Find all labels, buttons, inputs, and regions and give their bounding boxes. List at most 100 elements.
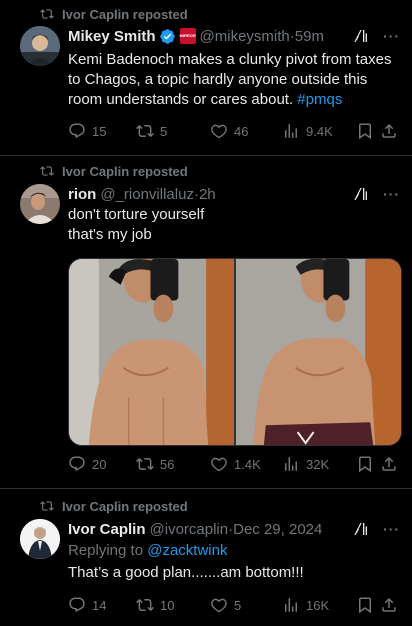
views-button[interactable]: 32K (282, 455, 356, 473)
repost-icon (136, 122, 154, 140)
tweet-header: Mikey Smith MIRROR @mikeysmith · 59m ··· (68, 26, 400, 46)
repost-label[interactable]: Ivor Caplin reposted (62, 164, 188, 179)
bookmark-button[interactable] (356, 455, 380, 473)
hashtag-link[interactable]: #pmqs (297, 91, 342, 108)
action-bar: 14 10 5 16K (68, 595, 400, 615)
action-bar: 15 5 46 9.4K (68, 121, 400, 141)
view-count: 9.4K (306, 123, 333, 139)
reply-count: 14 (92, 597, 107, 613)
repost-indicator: Ivor Caplin reposted (40, 163, 188, 179)
reply-button[interactable]: 14 (68, 596, 136, 614)
author-handle[interactable]: @ivorcaplin (150, 521, 229, 538)
share-icon (380, 122, 398, 140)
repost-label[interactable]: Ivor Caplin reposted (62, 7, 188, 22)
timestamp[interactable]: Dec 29, 2024 (233, 521, 322, 538)
like-button[interactable]: 1.4K (210, 455, 282, 473)
verified-badge-icon (159, 28, 175, 44)
grok-icon[interactable] (353, 521, 369, 537)
mirror-selfie-image (69, 259, 234, 445)
reply-count: 15 (92, 123, 107, 139)
like-count: 5 (234, 597, 242, 613)
reply-count: 20 (92, 456, 107, 472)
author-handle[interactable]: @mikeysmith (200, 28, 290, 45)
grok-icon[interactable] (353, 28, 369, 44)
action-bar: 20 56 1.4K 32K (68, 454, 400, 474)
reply-button[interactable]: 20 (68, 455, 136, 473)
share-icon (380, 596, 398, 614)
bookmark-icon (356, 455, 374, 473)
timestamp[interactable]: 2h (199, 186, 216, 203)
bookmark-button[interactable] (356, 596, 380, 614)
like-button[interactable]: 46 (210, 122, 282, 140)
share-button[interactable] (380, 122, 398, 140)
avatar[interactable] (20, 26, 60, 66)
bookmark-button[interactable] (356, 122, 380, 140)
heart-icon (210, 122, 228, 140)
reply-icon (68, 596, 86, 614)
tweet-text: don't torture yourself that's my job (68, 205, 400, 245)
share-button[interactable] (380, 596, 398, 614)
author-handle[interactable]: @_rionvillaluz (100, 186, 194, 203)
repost-indicator: Ivor Caplin reposted (40, 498, 188, 514)
like-count: 46 (234, 123, 249, 139)
tweet-mikey-smith[interactable]: Ivor Caplin reposted Mikey Smith MIRROR … (0, 0, 412, 156)
author-name[interactable]: Mikey Smith (68, 28, 156, 45)
repost-icon (40, 164, 54, 178)
replying-to-link[interactable]: @zacktwink (147, 542, 227, 559)
views-icon (282, 455, 300, 473)
like-button[interactable]: 5 (210, 596, 282, 614)
repost-icon (136, 596, 154, 614)
reply-button[interactable]: 15 (68, 122, 136, 140)
view-count: 32K (306, 456, 330, 472)
reply-icon (68, 122, 86, 140)
tweet-header: rion @_rionvillaluz · 2h ··· (68, 184, 400, 204)
like-count: 1.4K (234, 456, 261, 472)
repost-icon (40, 499, 54, 513)
heart-icon (210, 455, 228, 473)
views-button[interactable]: 9.4K (282, 122, 356, 140)
avatar[interactable] (20, 184, 60, 224)
repost-label[interactable]: Ivor Caplin reposted (62, 499, 188, 514)
grok-icon[interactable] (353, 186, 369, 202)
replying-to-line: Replying to @zacktwink (68, 541, 400, 561)
author-name[interactable]: Ivor Caplin (68, 521, 146, 538)
views-icon (282, 122, 300, 140)
repost-icon (136, 455, 154, 473)
share-icon (380, 455, 398, 473)
repost-count: 10 (160, 597, 175, 613)
media-photo-1[interactable] (69, 259, 234, 445)
affiliate-badge[interactable]: MIRROR (179, 28, 196, 44)
author-name[interactable]: rion (68, 186, 96, 203)
avatar[interactable] (20, 519, 60, 559)
reply-icon (68, 455, 86, 473)
avatar-rion-image (20, 184, 60, 224)
more-icon[interactable]: ··· (383, 521, 400, 537)
tweet-text: Kemi Badenoch makes a clunky pivot from … (68, 50, 400, 110)
tweet-text: That’s a good plan.......am bottom!!! (68, 564, 304, 581)
repost-count: 5 (160, 123, 168, 139)
share-button[interactable] (380, 455, 398, 473)
tweet-ivor-caplin[interactable]: Ivor Caplin reposted Ivor Caplin @ivorca… (0, 489, 412, 626)
avatar-ivor-caplin-image (20, 519, 60, 559)
repost-icon (40, 7, 54, 21)
views-button[interactable]: 16K (282, 596, 356, 614)
affiliate-badge-text: MIRROR (179, 33, 196, 38)
view-count: 16K (306, 597, 330, 613)
repost-count: 56 (160, 456, 175, 472)
tweet-text-line-1: don't torture yourself (68, 206, 205, 223)
heart-icon (210, 596, 228, 614)
bookmark-icon (356, 596, 374, 614)
more-icon[interactable]: ··· (383, 186, 400, 202)
repost-button[interactable]: 5 (136, 122, 210, 140)
timestamp[interactable]: 59m (295, 28, 324, 45)
tweet-rion[interactable]: Ivor Caplin reposted rion @_rionvillaluz… (0, 156, 412, 489)
more-icon[interactable]: ··· (383, 28, 400, 44)
tweet-header: Ivor Caplin @ivorcaplin · Dec 29, 2024 ·… (68, 519, 400, 539)
avatar-mikey-smith-image (20, 26, 60, 66)
media-photo-2[interactable] (236, 259, 401, 445)
repost-button[interactable]: 56 (136, 455, 210, 473)
repost-button[interactable]: 10 (136, 596, 210, 614)
tweet-body: Kemi Badenoch makes a clunky pivot from … (68, 51, 392, 108)
replying-to-prefix: Replying to (68, 542, 148, 559)
views-icon (282, 596, 300, 614)
